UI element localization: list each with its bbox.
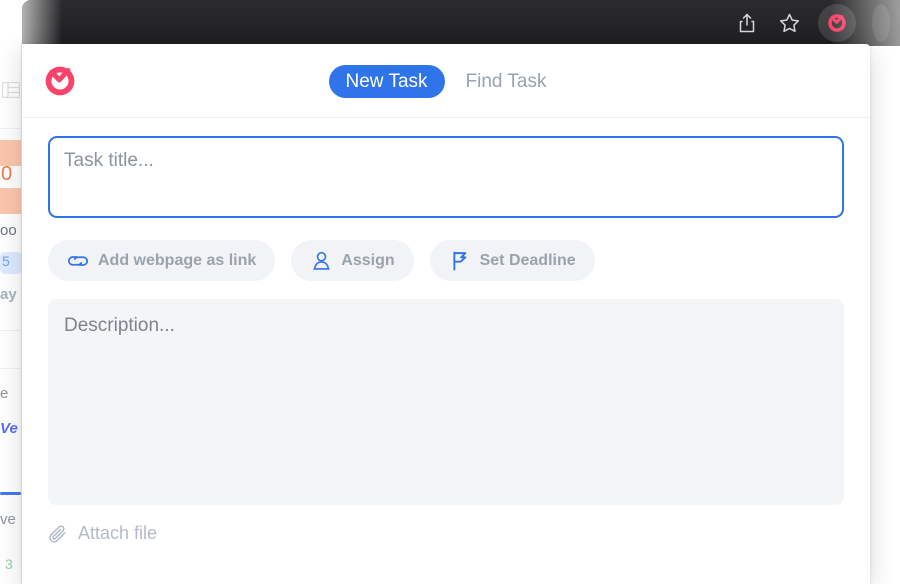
attach-file-button[interactable]: Attach file (48, 523, 157, 544)
background-text: oo (0, 222, 17, 239)
background-text: ve (0, 511, 16, 528)
tab-new-task[interactable]: New Task (328, 64, 445, 98)
assign-button[interactable]: Assign (291, 240, 414, 281)
background-link-text: Ve (0, 420, 18, 437)
background-chip-number: 5 (2, 253, 10, 269)
toolbar-fade-left (22, 0, 62, 46)
attach-file-label: Attach file (78, 523, 158, 543)
browser-toolbar (22, 0, 900, 46)
background-text: e (0, 385, 9, 402)
popup-header: New Task Find Task (22, 44, 870, 118)
task-description-input[interactable] (48, 299, 844, 505)
task-title-input[interactable] (48, 136, 844, 218)
grid-icon (2, 82, 20, 98)
background-divider (0, 128, 21, 129)
background-number: 0 (1, 163, 12, 185)
toolbar-fade-right (830, 0, 900, 46)
tab-find-task[interactable]: Find Task (449, 65, 564, 98)
background-divider (0, 368, 21, 369)
popup-body: Add webpage as link Assign (22, 118, 870, 549)
set-deadline-label: Set Deadline (479, 251, 576, 269)
paperclip-icon (48, 524, 68, 544)
task-action-buttons: Add webpage as link Assign Set Deadline (48, 240, 844, 281)
popup-tabs: New Task Find Task (22, 44, 870, 118)
person-icon (310, 250, 332, 272)
share-icon[interactable] (734, 10, 760, 36)
set-deadline-button[interactable]: Set Deadline (429, 240, 595, 281)
link-icon (67, 250, 89, 272)
screen: 0 oo 5 ay e Ve ve 3 New Task Find Task T… (0, 0, 900, 584)
background-highlight-band (0, 188, 21, 214)
background-progress-bar (0, 492, 21, 495)
background-text: ay (0, 286, 17, 303)
add-webpage-as-link-button[interactable]: Add webpage as link (48, 240, 276, 281)
add-webpage-as-link-label: Add webpage as link (98, 251, 257, 269)
background-divider (0, 330, 21, 331)
task-popup-panel: New Task Find Task Add webpage as link (22, 44, 870, 584)
background-status-number: 3 (5, 556, 13, 572)
assign-label: Assign (341, 251, 395, 269)
flag-icon (449, 250, 471, 272)
star-icon[interactable] (776, 10, 802, 36)
